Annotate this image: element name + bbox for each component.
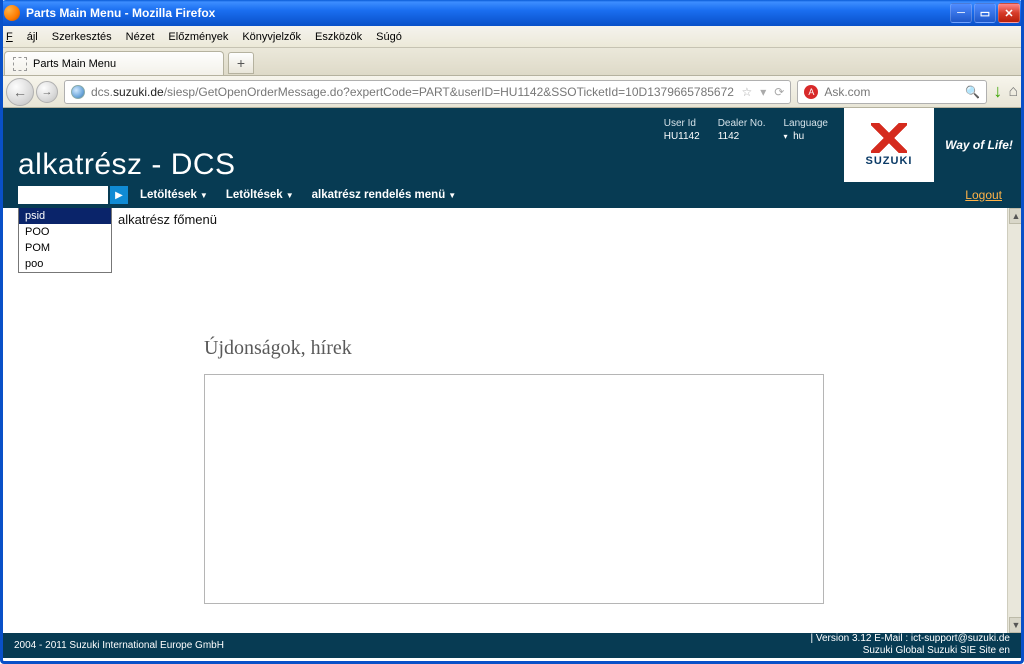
- menu-file[interactable]: FFájlájl: [6, 31, 38, 43]
- download-icon[interactable]: ↓: [993, 81, 1002, 102]
- forward-button[interactable]: →: [36, 81, 58, 103]
- suzuki-logo-icon: [871, 123, 907, 153]
- new-tab-button[interactable]: +: [228, 52, 254, 74]
- dropdown-item-poo-lower[interactable]: poo: [19, 256, 111, 272]
- scroll-down-icon[interactable]: ▼: [1009, 617, 1024, 633]
- window-titlebar: Parts Main Menu - Mozilla Firefox ─ ▭ ✕: [0, 0, 1024, 26]
- vertical-scrollbar[interactable]: ▲ ▼: [1007, 208, 1024, 633]
- brand-slogan: Way of Life!: [934, 108, 1024, 182]
- search-go-button[interactable]: ▶: [110, 186, 128, 204]
- menu-bookmarks[interactable]: Könyvjelzők: [242, 31, 301, 43]
- chevron-down-icon[interactable]: ▾: [784, 132, 788, 141]
- home-icon[interactable]: ⌂: [1008, 83, 1018, 101]
- app-header: alkatrész - DCS User Id HU1142 Dealer No…: [0, 108, 1024, 182]
- menu-tools[interactable]: Eszközök: [315, 31, 362, 43]
- search-bar[interactable]: A Ask.com 🔍: [797, 80, 987, 104]
- news-heading: Újdonságok, hírek: [204, 337, 1002, 360]
- brand-logo: SUZUKI: [844, 108, 934, 182]
- firefox-icon: [4, 5, 20, 21]
- window-title: Parts Main Menu - Mozilla Firefox: [26, 6, 215, 20]
- url-prefix: dcs.: [91, 85, 113, 99]
- footer-copyright: 2004 - 2011 Suzuki International Europe …: [14, 640, 224, 651]
- footer-site-info: Suzuki Global Suzuki SIE Site en: [810, 645, 1010, 657]
- tab-strip: Parts Main Menu +: [0, 48, 1024, 76]
- dropdown-item-pom[interactable]: POM: [19, 240, 111, 256]
- user-id-label: User Id: [664, 118, 700, 129]
- menu-help[interactable]: Súgó: [376, 31, 402, 43]
- app-footer: 2004 - 2011 Suzuki International Europe …: [0, 633, 1024, 658]
- dealer-no-value: 1142: [718, 131, 766, 142]
- back-button[interactable]: ←: [6, 78, 34, 106]
- bookmark-star-icon[interactable]: ☆: [741, 85, 752, 99]
- menu-parts-order[interactable]: alkatrész rendelés menü▼: [312, 189, 457, 201]
- logout-link[interactable]: Logout: [965, 188, 1002, 202]
- breadcrumb: alkatrész főmenü: [118, 212, 1002, 227]
- app-nav: ▶ Letöltések▼ Letöltések▼ alkatrész rend…: [0, 182, 1024, 208]
- navigation-toolbar: ← → dcs.suzuki.de/siesp/GetOpenOrderMess…: [0, 76, 1024, 108]
- search-provider-label: Ask.com: [824, 85, 870, 99]
- scroll-up-icon[interactable]: ▲: [1009, 208, 1024, 224]
- menu-downloads-1[interactable]: Letöltések▼: [140, 189, 208, 201]
- footer-version: | Version 3.12 E-Mail : ict-support@suzu…: [810, 633, 1010, 645]
- menu-view[interactable]: Nézet: [126, 31, 155, 43]
- menu-history[interactable]: Előzmények: [168, 31, 228, 43]
- search-suggestion-dropdown: psid POO POM poo: [18, 208, 112, 273]
- search-input[interactable]: [18, 186, 108, 204]
- browser-tab[interactable]: Parts Main Menu: [4, 51, 224, 75]
- content-area: psid POO POM poo alkatrész főmenü Újdons…: [0, 208, 1024, 633]
- brand-text: SUZUKI: [866, 155, 913, 167]
- tab-title: Parts Main Menu: [33, 58, 116, 70]
- menu-edit[interactable]: Szerkesztés: [52, 31, 112, 43]
- news-content-box: [204, 374, 824, 604]
- dealer-no-label: Dealer No.: [718, 118, 766, 129]
- ask-icon: A: [804, 85, 818, 99]
- url-path: /siesp/GetOpenOrderMessage.do?expertCode…: [164, 85, 734, 99]
- browser-menubar: FFájlájl Szerkesztés Nézet Előzmények Kö…: [0, 26, 1024, 48]
- user-id-value: HU1142: [664, 131, 700, 142]
- menu-downloads-2[interactable]: Letöltések▼: [226, 189, 294, 201]
- dropdown-item-psid[interactable]: psid: [19, 208, 111, 224]
- user-info-panel: User Id HU1142 Dealer No. 1142 Language …: [664, 108, 844, 142]
- globe-icon: [71, 85, 85, 99]
- dropdown-item-poo-upper[interactable]: POO: [19, 224, 111, 240]
- page-title: alkatrész - DCS: [18, 148, 236, 182]
- url-dropdown-icon[interactable]: ▾: [760, 85, 766, 99]
- window-close-button[interactable]: ✕: [998, 3, 1020, 23]
- address-bar[interactable]: dcs.suzuki.de/siesp/GetOpenOrderMessage.…: [64, 80, 791, 104]
- language-value: hu: [793, 131, 804, 142]
- reload-button[interactable]: ⟳: [774, 85, 784, 99]
- url-domain: suzuki.de: [113, 85, 164, 99]
- window-maximize-button[interactable]: ▭: [974, 3, 996, 23]
- search-magnifier-icon[interactable]: 🔍: [965, 85, 980, 99]
- page-content: alkatrész - DCS User Id HU1142 Dealer No…: [0, 108, 1024, 633]
- tab-favicon-placeholder-icon: [13, 57, 27, 71]
- window-minimize-button[interactable]: ─: [950, 3, 972, 23]
- language-label: Language: [784, 118, 829, 129]
